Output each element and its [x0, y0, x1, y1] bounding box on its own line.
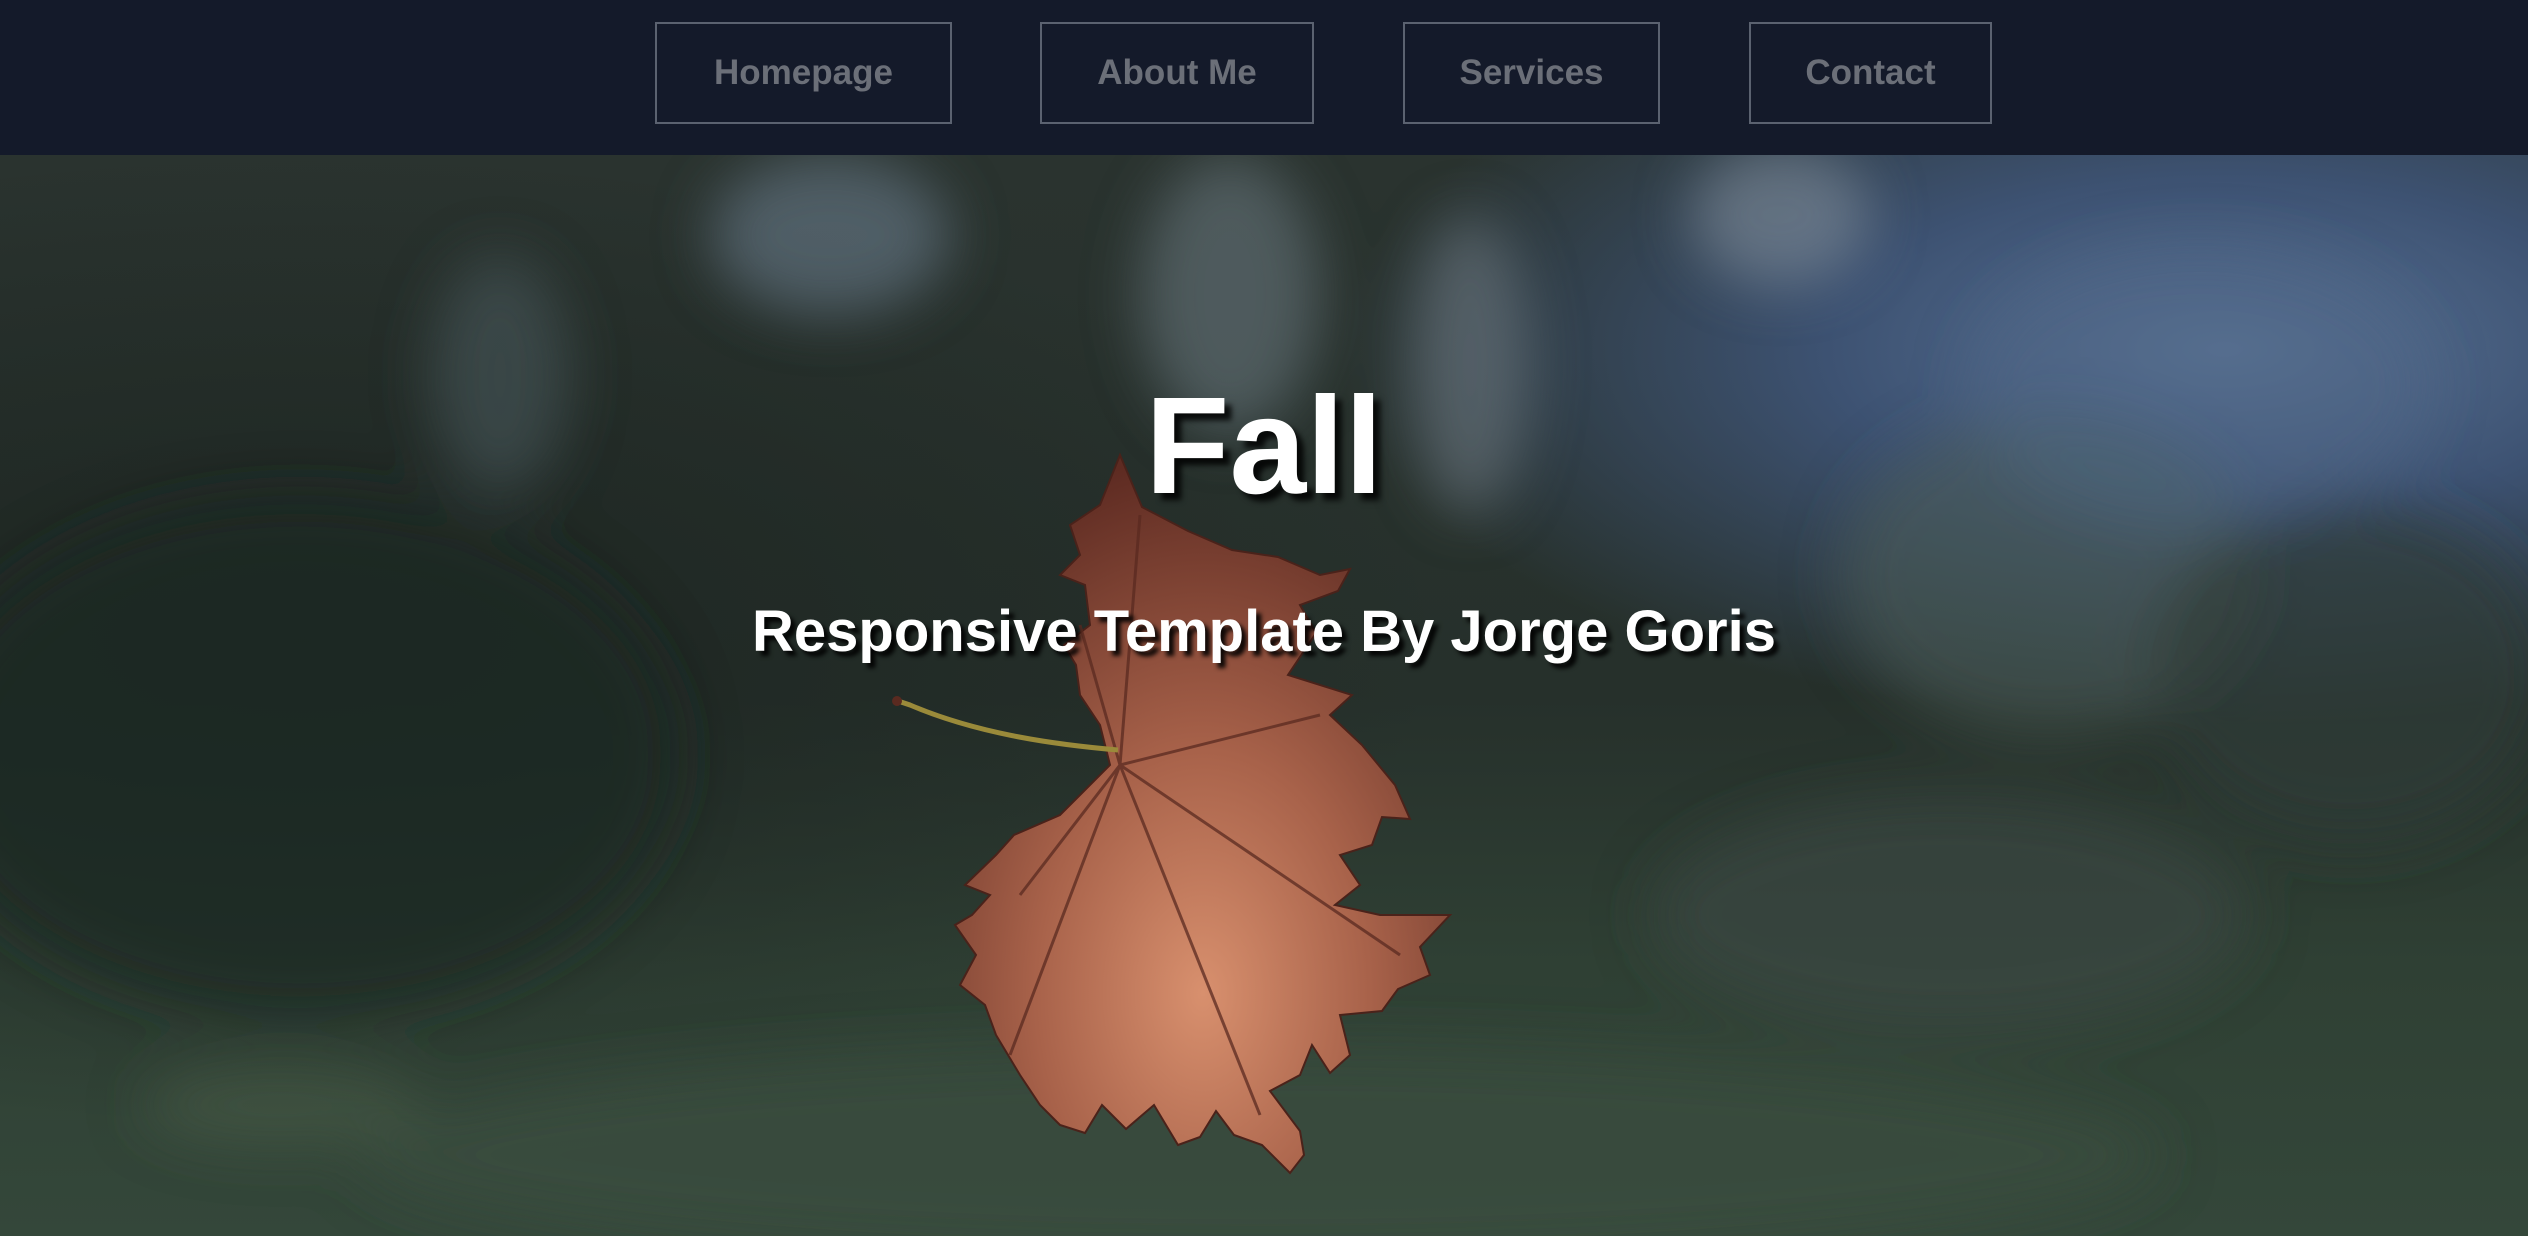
top-navigation-bar: Homepage About Me Services Contact	[0, 0, 2528, 155]
hero-title: Fall	[1145, 369, 1383, 523]
nav-link-services[interactable]: Services	[1403, 22, 1660, 124]
nav-link-contact[interactable]: Contact	[1749, 22, 1992, 124]
nav-link-about-me[interactable]: About Me	[1040, 22, 1314, 124]
hero-subtitle: Responsive Template By Jorge Goris	[752, 599, 1776, 664]
nav-link-homepage[interactable]: Homepage	[655, 22, 952, 124]
autumn-leaf-background-image	[0, 155, 2528, 1236]
hero-section: Fall Responsive Template By Jorge Goris	[0, 155, 2528, 1236]
